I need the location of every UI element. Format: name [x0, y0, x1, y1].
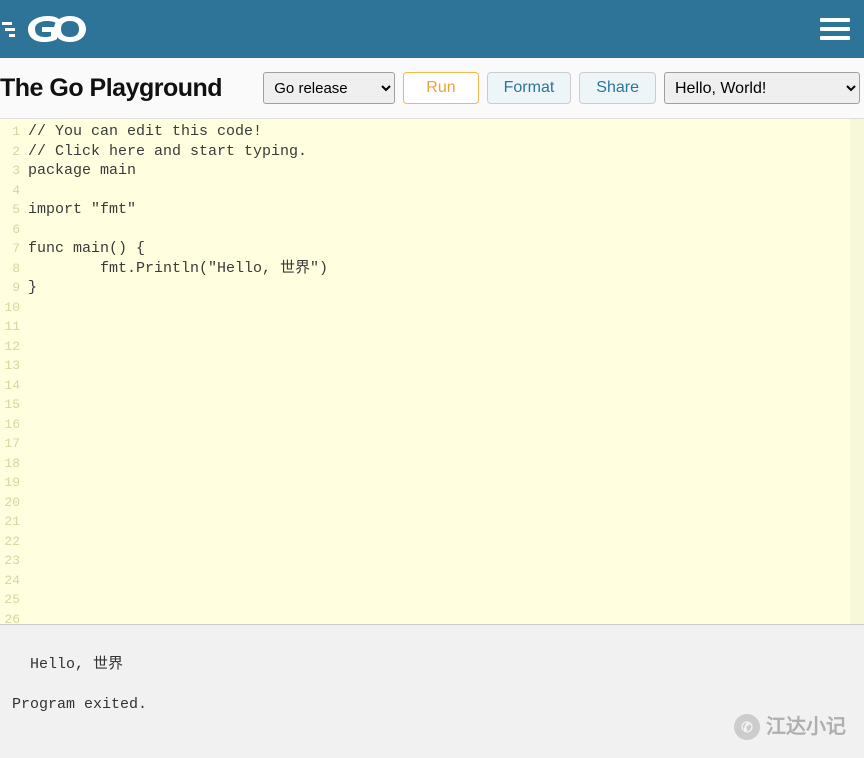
line-number: 9 — [0, 278, 20, 298]
code-line[interactable] — [28, 298, 864, 318]
code-line[interactable] — [28, 337, 864, 357]
line-number: 20 — [0, 493, 20, 513]
line-number: 18 — [0, 454, 20, 474]
code-line[interactable] — [28, 356, 864, 376]
code-line[interactable]: package main — [28, 161, 864, 181]
toolbar: The Go Playground Go release Run Format … — [0, 58, 864, 119]
code-line[interactable] — [28, 395, 864, 415]
code-line[interactable] — [28, 415, 864, 435]
line-number: 10 — [0, 298, 20, 318]
line-number: 11 — [0, 317, 20, 337]
code-line[interactable]: func main() { — [28, 239, 864, 259]
line-number: 2 — [0, 142, 20, 162]
line-number: 4 — [0, 181, 20, 201]
line-number: 21 — [0, 512, 20, 532]
code-line[interactable] — [28, 493, 864, 513]
code-line[interactable] — [28, 181, 864, 201]
wechat-icon: ✆ — [734, 714, 760, 740]
scrollbar[interactable] — [850, 119, 864, 624]
menu-icon[interactable] — [820, 18, 850, 40]
line-number: 14 — [0, 376, 20, 396]
share-button[interactable]: Share — [579, 72, 656, 104]
output-panel: Hello, 世界 Program exited. ✆ 江达小记 — [0, 624, 864, 758]
code-line[interactable]: import "fmt" — [28, 200, 864, 220]
code-line[interactable]: // Click here and start typing. — [28, 142, 864, 162]
line-number: 15 — [0, 395, 20, 415]
page-title: The Go Playground — [0, 74, 222, 103]
code-editor[interactable]: 1234567891011121314151617181920212223242… — [0, 119, 864, 624]
code-line[interactable] — [28, 473, 864, 493]
code-line[interactable] — [28, 610, 864, 625]
go-logo[interactable] — [2, 12, 88, 46]
code-area[interactable]: // You can edit this code!// Click here … — [22, 119, 864, 624]
line-number: 7 — [0, 239, 20, 259]
code-line[interactable] — [28, 317, 864, 337]
line-number: 3 — [0, 161, 20, 181]
code-line[interactable] — [28, 512, 864, 532]
code-line[interactable] — [28, 551, 864, 571]
line-number: 19 — [0, 473, 20, 493]
code-line[interactable] — [28, 376, 864, 396]
code-line[interactable]: fmt.Println("Hello, 世界") — [28, 259, 864, 279]
code-line[interactable] — [28, 220, 864, 240]
top-nav — [0, 0, 864, 58]
line-number: 24 — [0, 571, 20, 591]
line-number: 6 — [0, 220, 20, 240]
watermark: ✆ 江达小记 — [734, 714, 846, 740]
code-line[interactable] — [28, 590, 864, 610]
line-number: 26 — [0, 610, 20, 625]
line-number: 5 — [0, 200, 20, 220]
line-number: 17 — [0, 434, 20, 454]
code-line[interactable] — [28, 532, 864, 552]
watermark-text: 江达小记 — [766, 717, 846, 737]
line-number: 13 — [0, 356, 20, 376]
line-number: 12 — [0, 337, 20, 357]
line-gutter: 1234567891011121314151617181920212223242… — [0, 119, 22, 624]
code-line[interactable] — [28, 571, 864, 591]
format-button[interactable]: Format — [487, 72, 572, 104]
code-line[interactable] — [28, 434, 864, 454]
line-number: 23 — [0, 551, 20, 571]
code-line[interactable]: // You can edit this code! — [28, 122, 864, 142]
code-line[interactable]: } — [28, 278, 864, 298]
run-button[interactable]: Run — [403, 72, 478, 104]
line-number: 25 — [0, 590, 20, 610]
line-number: 22 — [0, 532, 20, 552]
code-line[interactable] — [28, 454, 864, 474]
line-number: 8 — [0, 259, 20, 279]
example-select[interactable]: Hello, World! — [664, 72, 860, 104]
line-number: 16 — [0, 415, 20, 435]
line-number: 1 — [0, 122, 20, 142]
release-select[interactable]: Go release — [263, 72, 395, 104]
output-text: Hello, 世界 Program exited. — [12, 656, 147, 713]
